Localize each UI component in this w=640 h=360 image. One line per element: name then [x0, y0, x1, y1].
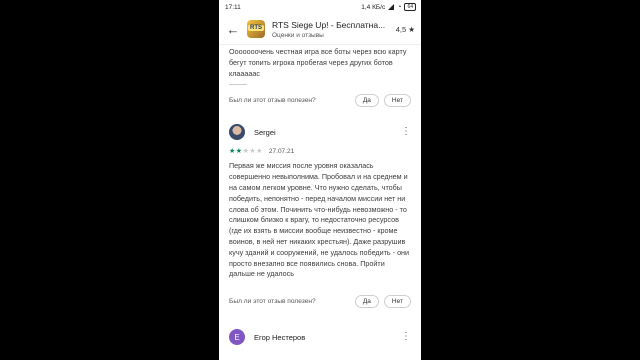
helpful-no-button[interactable]: Нет — [383, 93, 411, 107]
reviewer-name: Sergei — [254, 127, 276, 137]
reviewer-row: Е Егор Нестеров ⋮ — [229, 324, 411, 350]
review-card: Ооооооочень честная игра все боты через … — [229, 47, 411, 109]
reviewer-row: Sergei ⋮ — [229, 119, 411, 145]
more-vert-icon[interactable]: ⋮ — [401, 127, 411, 137]
helpful-yes-button[interactable]: Да — [354, 294, 379, 308]
app-title: RTS Siege Up! - Бесплатна... — [272, 19, 386, 30]
status-time: 17:11 — [225, 3, 241, 11]
status-bar: 17:11 1,4 КБ/с ◔ 64 — [219, 0, 421, 14]
status-indicators: 1,4 КБ/с ◔ 64 — [361, 3, 416, 11]
signal-icon — [388, 4, 395, 10]
reviews-list: Ооооооочень честная игра все боты через … — [219, 47, 421, 350]
star-filled-icon: ★ — [229, 148, 236, 156]
wifi-icon: ◔ — [397, 3, 402, 11]
avatar: Е — [229, 329, 245, 346]
more-vert-icon[interactable]: ⋮ — [401, 332, 411, 342]
battery-icon: 64 — [404, 3, 416, 11]
page-subtitle: Оценки и отзывы — [272, 31, 324, 39]
helpful-row: Был ли этот отзыв полезен? Да Нет — [229, 91, 411, 109]
helpful-yes-button[interactable]: Да — [354, 93, 379, 107]
phone-screen: 17:11 1,4 КБ/с ◔ 64 ← RTS RTS Siege Up! … — [219, 0, 421, 360]
star-rating: ★★★★★ — [229, 147, 263, 155]
app-icon-text: RTS — [248, 25, 264, 31]
helpful-no-button[interactable]: Нет — [383, 294, 411, 308]
review-text: Первая же миссия после уровня оказалась … — [229, 161, 410, 279]
review-text: Ооооооочень честная игра все боты через … — [229, 47, 407, 78]
divider — [229, 84, 247, 86]
helpful-row: Был ли этот отзыв полезен? Да Нет — [229, 292, 411, 310]
review-card: Sergei ⋮ ★★★★★ 27.07.21 Первая же миссия… — [229, 119, 411, 310]
app-rating: 4,5 ★ — [395, 24, 415, 34]
header-titles: RTS Siege Up! - Бесплатна... Оценки и от… — [272, 20, 392, 39]
star-empty-icon: ★ — [256, 148, 263, 156]
app-bar: ← RTS RTS Siege Up! - Бесплатна... Оценк… — [219, 14, 421, 45]
rating-row: ★★★★★ 27.07.21 — [229, 147, 411, 156]
helpful-question: Был ли этот отзыв полезен? — [229, 96, 316, 104]
network-speed: 1,4 КБ/с — [361, 3, 386, 11]
review-date: 27.07.21 — [268, 147, 295, 155]
helpful-question: Был ли этот отзыв полезен? — [229, 297, 316, 305]
app-icon: RTS — [247, 20, 265, 38]
review-card: Е Егор Нестеров ⋮ — [229, 324, 411, 350]
reviewer-name: Егор Нестеров — [254, 332, 306, 342]
back-arrow-icon[interactable]: ← — [225, 22, 241, 37]
avatar — [229, 124, 245, 141]
star-filled-icon: ★ — [235, 148, 243, 156]
